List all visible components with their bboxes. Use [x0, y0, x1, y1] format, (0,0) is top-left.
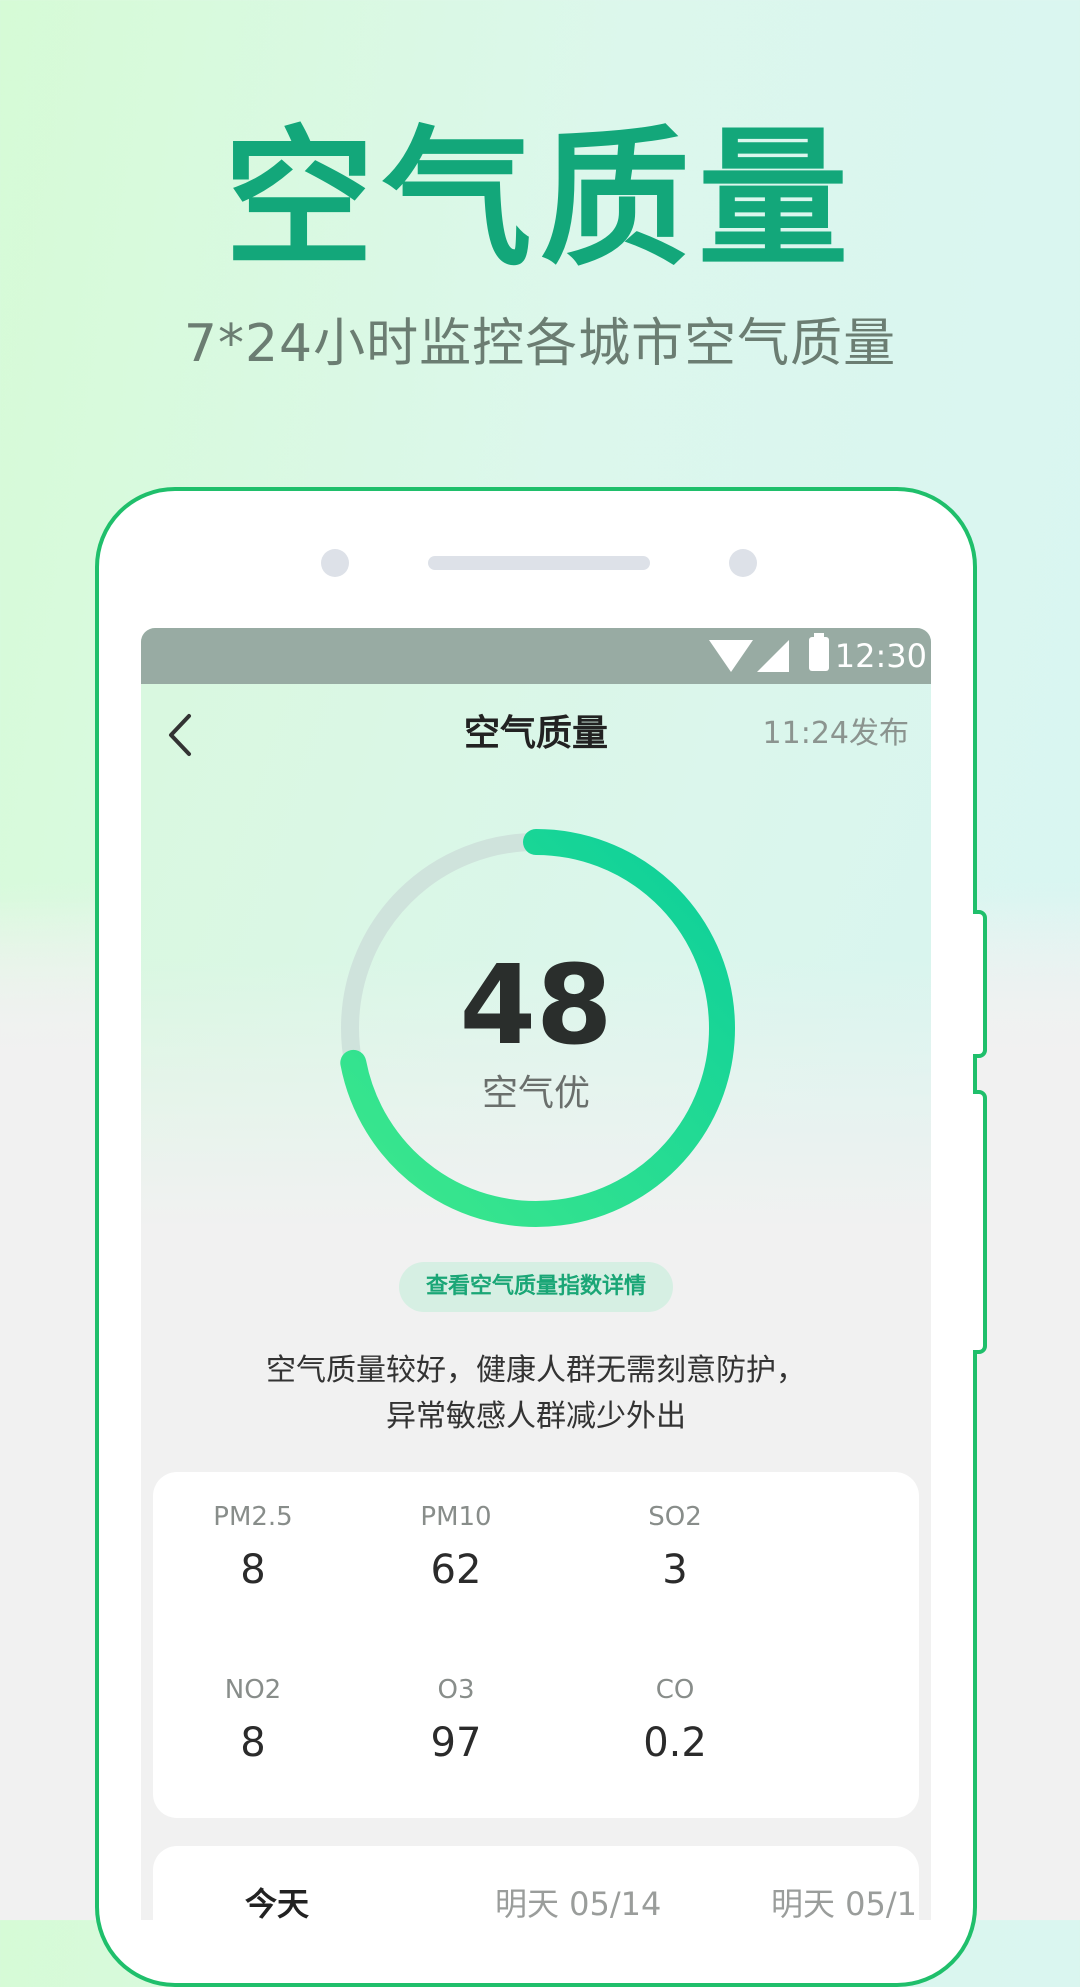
pollutant-value: 62: [430, 1547, 482, 1593]
pollutant-name: CO: [655, 1675, 695, 1705]
pollutant-item: NO2 8: [153, 1675, 353, 1765]
aqi-value: 48: [459, 941, 613, 1069]
battery-icon: [809, 633, 829, 671]
pollutant-value: 8: [240, 1720, 266, 1766]
pollutant-card: PM2.5 8 PM10 62 SO2 3 NO2 8 O3 97 CO 0.2: [153, 1472, 919, 1818]
pollutant-name: SO2: [648, 1502, 702, 1532]
pollutant-name: PM10: [420, 1502, 492, 1532]
tab-day-after[interactable]: 明天 05/1: [771, 1884, 917, 1920]
tab-tomorrow[interactable]: 明天 05/14: [495, 1884, 661, 1920]
status-bar: 12:30: [141, 628, 931, 684]
pollutant-name: NO2: [224, 1675, 282, 1705]
hero-subtitle: 7*24小时监控各城市空气质量: [183, 314, 897, 374]
pollutant-value: 0.2: [643, 1720, 707, 1766]
pollutant-item: SO2 3: [575, 1502, 775, 1592]
pollutant-name: O3: [437, 1675, 475, 1705]
pollutant-value: 3: [662, 1547, 688, 1593]
aqi-detail-button[interactable]: 查看空气质量指数详情: [399, 1262, 673, 1312]
forecast-card: 今天 明天 05/14 明天 05/1: [153, 1846, 919, 1920]
pollutant-value: 8: [240, 1547, 266, 1593]
pollutant-item: PM2.5 8: [153, 1502, 353, 1592]
status-time: 12:30: [834, 637, 927, 675]
signal-icon: [757, 640, 789, 672]
health-advice: 空气质量较好，健康人群无需刻意防护， 异常敏感人群减少外出: [141, 1348, 931, 1440]
publish-time: 11:24发布: [762, 716, 909, 751]
pollutant-value: 97: [430, 1720, 482, 1766]
camera-dot: [321, 549, 349, 577]
pollutant-name: PM2.5: [213, 1502, 293, 1532]
advice-line-2: 异常敏感人群减少外出: [386, 1399, 686, 1434]
advice-line-1: 空气质量较好，健康人群无需刻意防护，: [266, 1353, 806, 1388]
power-button: [973, 1090, 987, 1354]
aqi-level: 空气优: [481, 1073, 590, 1114]
pollutant-item: CO 0.2: [575, 1675, 775, 1765]
pollutant-item: O3 97: [356, 1675, 556, 1765]
pollutant-item: PM10 62: [356, 1502, 556, 1592]
wifi-icon: [709, 640, 753, 672]
speaker-grille: [428, 556, 650, 570]
app-screen: 12:30 空气质量 11:24发布 48 空气优 查看空气质量指数详情 空气质…: [141, 628, 931, 1920]
hero-title: 空气质量: [223, 113, 856, 287]
sensor-dot: [729, 549, 757, 577]
tab-today[interactable]: 今天: [245, 1884, 309, 1920]
volume-button: [973, 910, 987, 1058]
